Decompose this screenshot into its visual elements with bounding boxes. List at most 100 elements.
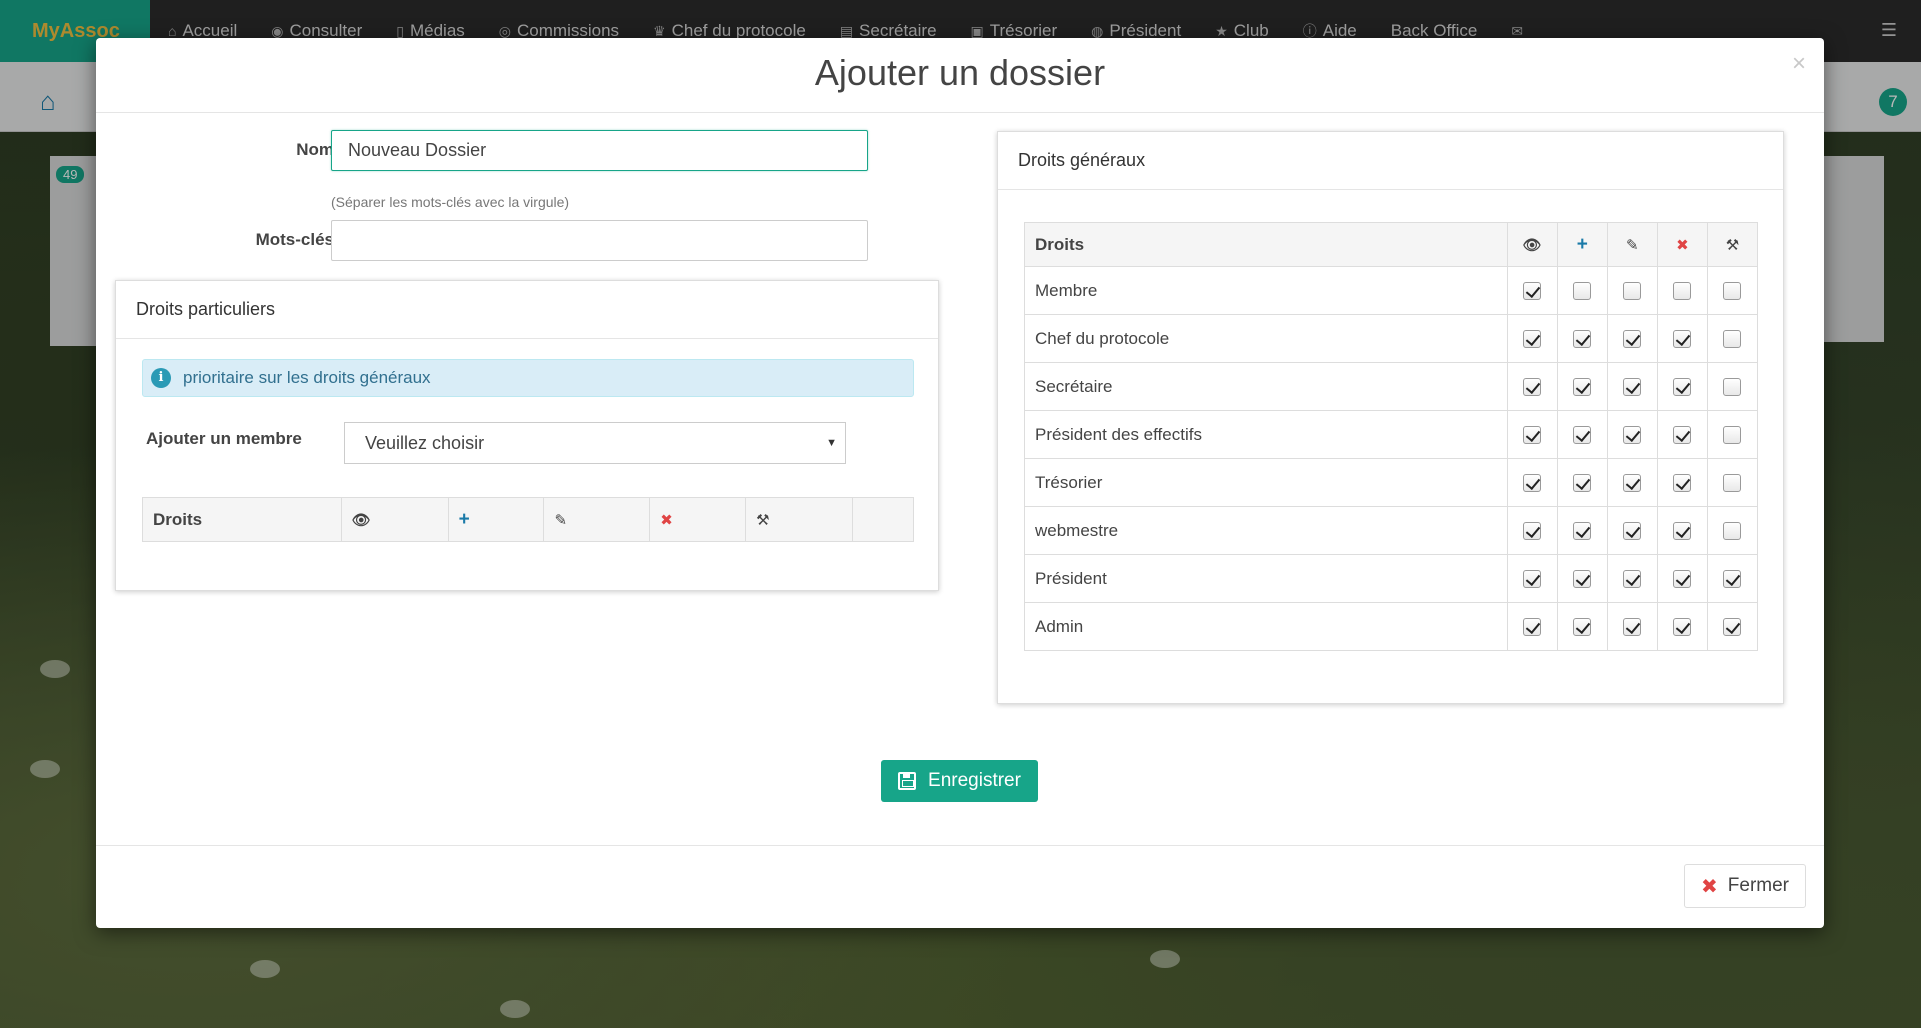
- right-checkbox[interactable]: [1673, 474, 1692, 493]
- right-checkbox[interactable]: [1723, 282, 1742, 301]
- eye-icon: 👁: [340, 497, 449, 542]
- right-checkbox[interactable]: [1573, 522, 1592, 541]
- right-cell: [1506, 458, 1558, 507]
- right-checkbox[interactable]: [1623, 378, 1642, 397]
- right-checkbox[interactable]: [1673, 522, 1692, 541]
- add-folder-modal: Ajouter un dossier × Nom (Séparer les mo…: [96, 38, 1824, 928]
- right-checkbox[interactable]: [1573, 426, 1592, 445]
- right-checkbox[interactable]: [1723, 330, 1742, 349]
- right-checkbox[interactable]: [1523, 522, 1542, 541]
- right-checkbox[interactable]: [1623, 474, 1642, 493]
- right-cell: [1506, 602, 1558, 651]
- plus-icon: +: [1556, 222, 1608, 267]
- keywords-input[interactable]: [331, 220, 868, 261]
- right-checkbox[interactable]: [1623, 282, 1642, 301]
- right-cell: [1706, 458, 1759, 507]
- gavel-icon: ⚒: [1706, 222, 1759, 267]
- table-header-row: Droits 👁 + ✎ ✖ ⚒: [142, 497, 914, 542]
- right-cell: [1506, 362, 1558, 411]
- role-name: webmestre: [1024, 506, 1508, 555]
- remove-icon: ✖: [649, 497, 747, 542]
- right-checkbox[interactable]: [1723, 522, 1742, 541]
- keywords-help-text: (Séparer les mots-clés avec la virgule): [331, 194, 570, 210]
- particular-rights-title: Droits particuliers: [116, 281, 938, 339]
- right-cell: [1706, 266, 1759, 315]
- right-checkbox[interactable]: [1523, 282, 1542, 301]
- info-alert: i prioritaire sur les droits généraux: [142, 359, 914, 397]
- right-cell: [1656, 362, 1708, 411]
- right-checkbox[interactable]: [1623, 426, 1642, 445]
- right-checkbox[interactable]: [1573, 618, 1592, 637]
- right-cell: [1706, 314, 1759, 363]
- right-checkbox[interactable]: [1623, 618, 1642, 637]
- right-cell: [1706, 602, 1759, 651]
- save-button[interactable]: Enregistrer: [881, 760, 1038, 802]
- role-name: Président: [1024, 554, 1508, 603]
- gavel-icon-glyph: ⚒: [1725, 236, 1740, 254]
- add-member-label: Ajouter un membre: [146, 429, 302, 448]
- nom-label: Nom: [296, 140, 334, 159]
- modal-title: Ajouter un dossier: [814, 52, 1106, 93]
- right-checkbox[interactable]: [1673, 378, 1692, 397]
- right-checkbox[interactable]: [1723, 426, 1742, 445]
- table-row: Président des effectifs: [1024, 410, 1759, 459]
- close-icon[interactable]: ×: [1792, 50, 1806, 78]
- right-checkbox[interactable]: [1723, 378, 1742, 397]
- eye-icon-glyph: 👁: [1522, 236, 1542, 254]
- right-checkbox[interactable]: [1623, 330, 1642, 349]
- add-member-select[interactable]: Veuillez choisir ▼: [344, 422, 846, 464]
- role-name: Secrétaire: [1024, 362, 1508, 411]
- right-checkbox[interactable]: [1723, 570, 1742, 589]
- right-checkbox[interactable]: [1523, 570, 1542, 589]
- right-checkbox[interactable]: [1573, 330, 1592, 349]
- right-cell: [1506, 410, 1558, 459]
- nom-input[interactable]: [331, 130, 868, 171]
- right-cell: [1556, 458, 1608, 507]
- right-checkbox[interactable]: [1723, 474, 1742, 493]
- right-checkbox[interactable]: [1673, 282, 1692, 301]
- close-icon: ✖: [1701, 875, 1718, 898]
- right-checkbox[interactable]: [1723, 618, 1742, 637]
- right-cell: [1556, 506, 1608, 555]
- floppy-disk-icon: [898, 772, 917, 790]
- info-alert-text: prioritaire sur les droits généraux: [183, 368, 431, 387]
- right-checkbox[interactable]: [1523, 378, 1542, 397]
- right-cell: [1656, 458, 1708, 507]
- right-cell: [1556, 602, 1608, 651]
- edit-icon: ✎: [1606, 222, 1658, 267]
- right-checkbox[interactable]: [1623, 522, 1642, 541]
- rights-column-header: Droits: [1024, 222, 1508, 267]
- close-button[interactable]: ✖ Fermer: [1684, 864, 1806, 908]
- particular-rights-table: Droits 👁 + ✎ ✖ ⚒: [142, 497, 914, 542]
- right-checkbox[interactable]: [1573, 474, 1592, 493]
- right-cell: [1606, 506, 1658, 555]
- right-checkbox[interactable]: [1523, 426, 1542, 445]
- right-checkbox[interactable]: [1573, 570, 1592, 589]
- right-checkbox[interactable]: [1673, 426, 1692, 445]
- right-checkbox[interactable]: [1523, 330, 1542, 349]
- right-checkbox[interactable]: [1673, 330, 1692, 349]
- table-header-row: Droits 👁 + ✎ ✖ ⚒: [1024, 222, 1759, 267]
- right-checkbox[interactable]: [1623, 570, 1642, 589]
- right-cell: [1506, 266, 1558, 315]
- table-row: Président: [1024, 554, 1759, 603]
- plus-icon-glyph: +: [1576, 233, 1588, 255]
- right-checkbox[interactable]: [1573, 378, 1592, 397]
- role-name: Admin: [1024, 602, 1508, 651]
- save-button-label: Enregistrer: [928, 770, 1021, 791]
- info-icon: i: [151, 368, 171, 388]
- right-cell: [1506, 506, 1558, 555]
- plus-icon: +: [447, 497, 545, 542]
- right-checkbox[interactable]: [1523, 618, 1542, 637]
- right-cell: [1656, 314, 1708, 363]
- table-row: webmestre: [1024, 506, 1759, 555]
- right-checkbox[interactable]: [1573, 282, 1592, 301]
- right-checkbox[interactable]: [1673, 570, 1692, 589]
- right-cell: [1556, 266, 1608, 315]
- role-name: Membre: [1024, 266, 1508, 315]
- table-row: Trésorier: [1024, 458, 1759, 507]
- right-checkbox[interactable]: [1523, 474, 1542, 493]
- particular-rights-panel: Droits particuliers i prioritaire sur le…: [115, 280, 939, 591]
- right-checkbox[interactable]: [1673, 618, 1692, 637]
- actions-column-header: [852, 497, 914, 542]
